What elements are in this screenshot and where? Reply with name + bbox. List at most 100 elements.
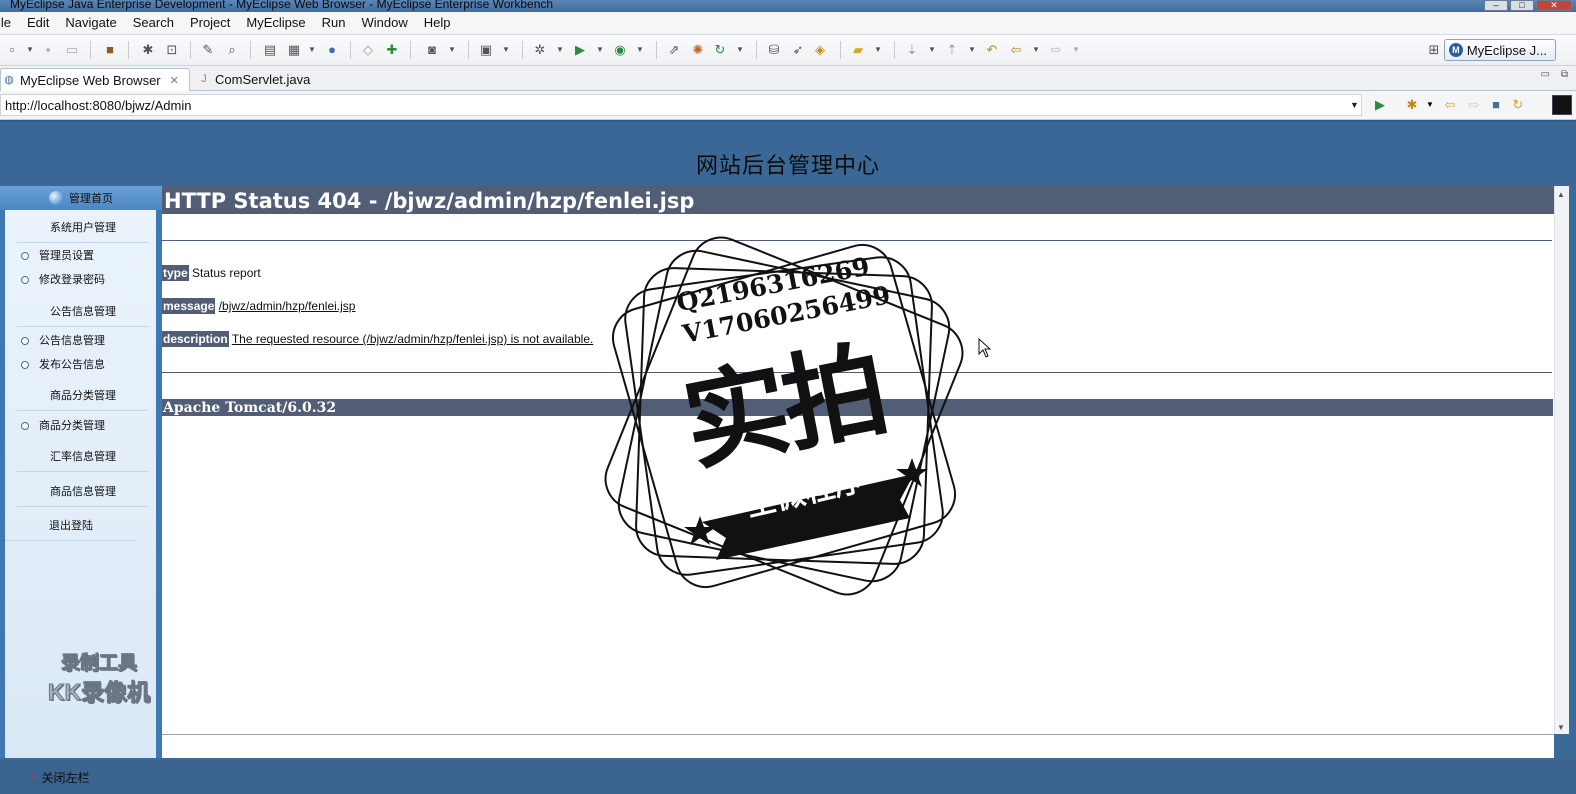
globe-icon[interactable]: ● (324, 42, 340, 58)
stamp-watermark: Q2196316269 V17060256499 实拍 全微程序 (598, 230, 970, 602)
sidebar-logout-link[interactable]: 退出登陆 (5, 512, 137, 541)
sidebar-section-exchange-rate[interactable]: 汇率信息管理 (17, 443, 149, 472)
sidebar-section-users[interactable]: 系统用户管理 (17, 214, 149, 243)
bullet-icon (21, 422, 29, 430)
next-annotation-icon[interactable]: ⇣ (904, 42, 920, 58)
browser-refresh-icon[interactable]: ↻ (1510, 97, 1526, 113)
menu-help[interactable]: Help (416, 12, 459, 34)
browser-forward-icon[interactable]: ⇨ (1466, 97, 1482, 113)
perspective-button[interactable]: M MyEclipse J... (1443, 39, 1556, 61)
run-dropdown-icon[interactable]: ▼ (592, 42, 608, 58)
new-icon[interactable]: ▫ (4, 42, 20, 58)
close-window-button[interactable]: ✕ (1536, 0, 1572, 11)
folder-icon[interactable]: ▰ (850, 42, 866, 58)
minimize-button[interactable]: – (1484, 0, 1508, 11)
globe-icon: ◍ (4, 74, 14, 86)
menu-window[interactable]: Window (354, 12, 416, 34)
tab-comservlet[interactable]: J ComServlet.java (196, 68, 318, 90)
menu-project[interactable]: Project (182, 12, 238, 34)
component-icon[interactable]: ✺ (690, 42, 706, 58)
open-perspective-icon[interactable]: ⇗ (666, 42, 682, 58)
browser-view-icon[interactable] (1552, 95, 1572, 115)
server-dropdown-icon[interactable]: ▼ (304, 42, 320, 58)
forward-dropdown-icon[interactable]: ▼ (1068, 42, 1084, 58)
print-icon[interactable]: ▭ (64, 42, 80, 58)
prev-annotation-icon[interactable]: ⇡ (944, 42, 960, 58)
menu-search[interactable]: Search (125, 12, 182, 34)
sidebar-home-link[interactable]: 管理首页 (0, 186, 162, 210)
maximize-button[interactable]: □ (1510, 0, 1534, 11)
db-icon[interactable]: ⛁ (766, 42, 782, 58)
favorites-dropdown-icon[interactable]: ▼ (1422, 97, 1438, 113)
camera-icon[interactable]: ◙ (424, 42, 440, 58)
refresh-dropdown-icon[interactable]: ▼ (732, 42, 748, 58)
window-titlebar: MyEclipse Java Enterprise Development - … (0, 0, 1576, 12)
search-icon[interactable]: ⌕ (224, 42, 240, 58)
scroll-up-icon[interactable]: ▲ (1557, 190, 1565, 199)
home-globe-icon (49, 191, 63, 205)
sidebar-item-admin-settings[interactable]: 管理员设置 (21, 247, 94, 265)
url-history-dropdown-icon[interactable]: ▼ (1350, 100, 1359, 110)
favorites-icon[interactable]: ✱ (1404, 97, 1420, 113)
debug-dropdown-icon[interactable]: ▼ (552, 42, 568, 58)
go-icon[interactable]: ▶ (1372, 97, 1388, 113)
sidebar-section-categories[interactable]: 商品分类管理 (17, 382, 149, 411)
menu-run[interactable]: Run (314, 12, 354, 34)
menu-myeclipse[interactable]: MyEclipse (238, 12, 313, 34)
forward-icon[interactable]: ⇨ (1048, 42, 1064, 58)
browser-back-icon[interactable]: ⇦ (1442, 97, 1458, 113)
wizard-icon[interactable]: ▣ (478, 42, 494, 58)
maximize-view-icon[interactable]: ⧉ (1561, 69, 1568, 80)
url-input[interactable] (0, 94, 1362, 116)
java-file-icon: J (201, 73, 207, 85)
prev-annotation-dropdown-icon[interactable]: ▼ (964, 42, 980, 58)
back-icon[interactable]: ⇦ (1008, 42, 1024, 58)
tab-label: MyEclipse Web Browser (20, 72, 161, 88)
refresh-icon[interactable]: ↻ (712, 42, 728, 58)
tab-web-browser[interactable]: ◍ MyEclipse Web Browser ✕ (0, 68, 190, 91)
close-icon[interactable]: ✕ (170, 74, 179, 87)
rocket-icon[interactable]: ➶ (790, 42, 806, 58)
menu-edit[interactable]: Edit (19, 12, 57, 34)
gear-icon[interactable]: ✱ (140, 42, 156, 58)
divider (162, 734, 1554, 735)
deploy-icon[interactable]: ⊡ (164, 42, 180, 58)
save-icon[interactable]: ▪ (40, 42, 56, 58)
close-sidebar-link[interactable]: ✕ 关闭左栏 (30, 769, 90, 786)
external-tools-dropdown-icon[interactable]: ▼ (632, 42, 648, 58)
sidebar-item-change-password[interactable]: 修改登录密码 (21, 271, 105, 289)
vertical-scrollbar[interactable]: ▲ ▼ (1554, 186, 1569, 734)
minimize-view-icon[interactable]: ▭ (1541, 69, 1550, 80)
sidebar-item-notice-publish[interactable]: 发布公告信息 (21, 356, 105, 374)
browser-address-bar: ▼ ▶ ✱ ▼ ⇦ ⇨ ■ ↻ (0, 91, 1576, 120)
open-perspective-button-icon[interactable]: ⊞ (1426, 42, 1442, 58)
open-type-icon[interactable]: ◇ (360, 42, 376, 58)
stop-icon[interactable]: ■ (1488, 97, 1504, 113)
menu-navigate[interactable]: Navigate (57, 12, 124, 34)
next-annotation-dropdown-icon[interactable]: ▼ (924, 42, 940, 58)
folder-open-icon[interactable]: ◈ (812, 42, 828, 58)
sidebar-item-category-manage[interactable]: 商品分类管理 (21, 417, 105, 435)
package-icon[interactable]: ■ (102, 42, 118, 58)
bullet-icon (21, 337, 29, 345)
sidebar-item-notice-manage[interactable]: 公告信息管理 (21, 332, 105, 350)
sidebar-section-notices[interactable]: 公告信息管理 (17, 298, 149, 327)
run-server-icon[interactable]: ▦ (286, 42, 302, 58)
add-icon[interactable]: ✚ (384, 42, 400, 58)
menu-file[interactable]: ile (0, 12, 19, 34)
new-dropdown-icon[interactable]: ▼ (22, 42, 38, 58)
sidebar-section-products[interactable]: 商品信息管理 (17, 478, 149, 507)
folder-dropdown-icon[interactable]: ▼ (870, 42, 886, 58)
scroll-down-icon[interactable]: ▼ (1557, 723, 1565, 732)
run-icon[interactable]: ▶ (572, 42, 588, 58)
sidebar-item-label: 发布公告信息 (39, 359, 105, 371)
server-icon[interactable]: ▤ (262, 42, 278, 58)
wizard-dropdown-icon[interactable]: ▼ (498, 42, 514, 58)
back-dropdown-icon[interactable]: ▼ (1028, 42, 1044, 58)
external-tools-icon[interactable]: ◉ (612, 42, 628, 58)
debug-icon[interactable]: ✲ (532, 42, 548, 58)
last-edit-icon[interactable]: ↶ (984, 42, 1000, 58)
wand-icon[interactable]: ✎ (200, 42, 216, 58)
camera-dropdown-icon[interactable]: ▼ (444, 42, 460, 58)
window-title: MyEclipse Java Enterprise Development - … (10, 0, 554, 11)
